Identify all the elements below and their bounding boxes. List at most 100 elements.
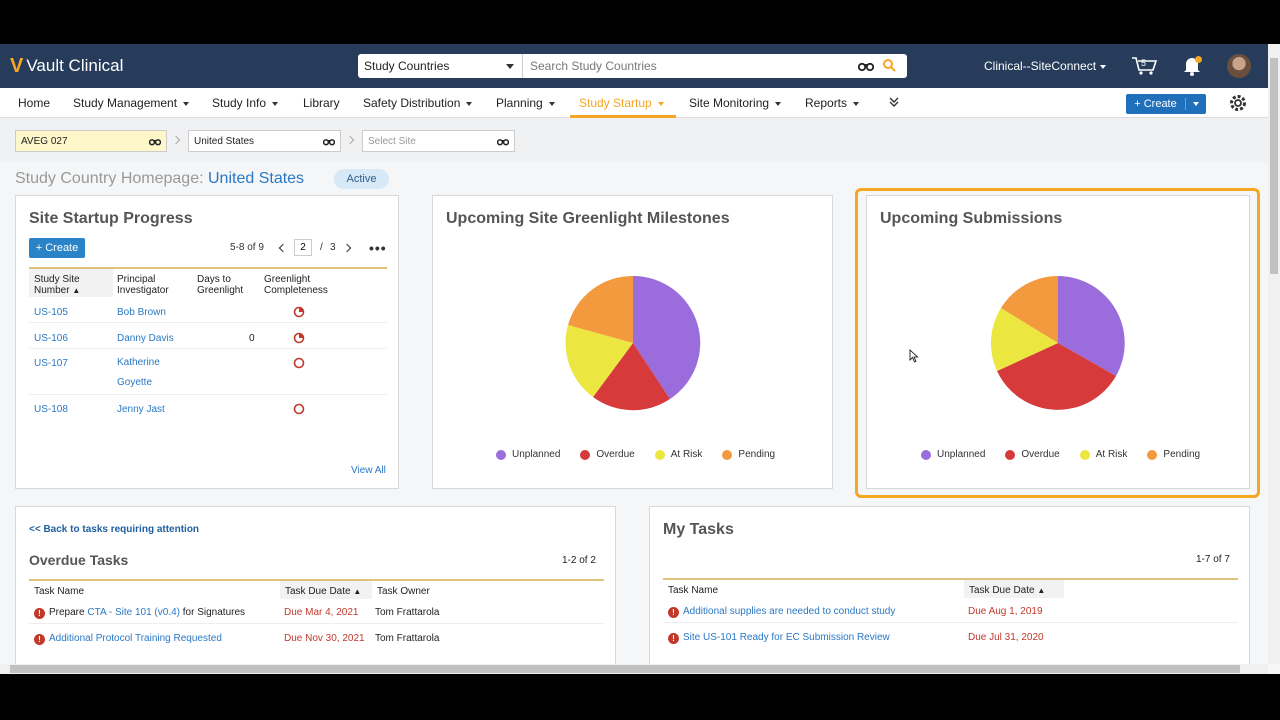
chevron-right-icon[interactable] [342, 243, 352, 253]
pi-link[interactable]: Jenny Jast [117, 404, 165, 415]
alert-icon: ! [668, 633, 679, 644]
nav-study-management[interactable]: Study Management [73, 96, 190, 110]
progress-partial-icon [293, 306, 305, 318]
binoculars-icon[interactable] [858, 60, 874, 72]
search-scope-select[interactable]: Study Countries [358, 54, 523, 78]
legend-label: Overdue [596, 449, 635, 460]
chevron-down-icon [272, 101, 279, 106]
legend-pending[interactable]: Pending [722, 449, 775, 460]
double-chevron-down-icon[interactable] [888, 96, 900, 108]
site-number-link[interactable]: US-106 [34, 333, 68, 344]
nav-label: Study Startup [579, 96, 652, 110]
status-badge: Active [334, 169, 389, 189]
gear-icon[interactable] [1228, 93, 1248, 113]
horizontal-scrollbar[interactable] [0, 664, 1268, 674]
nav-label: Planning [496, 96, 543, 110]
nav-study-info[interactable]: Study Info [212, 96, 279, 110]
column-header-owner[interactable]: Task Owner [377, 586, 430, 597]
chevron-down-icon [1100, 64, 1107, 69]
country-filter-value: United States [194, 135, 255, 147]
site-number-link[interactable]: US-107 [34, 358, 68, 369]
site-filter[interactable]: Select Site [362, 130, 515, 152]
legend-dot [496, 449, 506, 460]
site-number-link[interactable]: US-105 [34, 307, 68, 318]
column-header-task-name[interactable]: Task Name [668, 585, 718, 596]
notification-dot [1195, 56, 1202, 63]
column-header-due-date[interactable]: Task Due Date ▲ [969, 585, 1045, 596]
pager-range: 5-8 of 9 [230, 242, 264, 253]
create-site-button[interactable]: + Create [29, 238, 85, 258]
nav-reports[interactable]: Reports [805, 96, 860, 110]
site-startup-panel: Site Startup Progress + Create 5-8 of 9 … [15, 195, 399, 489]
mouse-cursor-icon [909, 349, 919, 363]
table-header-rule [663, 578, 1238, 580]
search-scope-label: Study Countries [364, 59, 450, 73]
task-link[interactable]: Additional supplies are needed to conduc… [683, 606, 895, 617]
pi-link[interactable]: Katherine Goyette [117, 353, 177, 393]
chevron-right-icon [345, 135, 355, 145]
column-header-completeness[interactable]: Greenlight Completeness [264, 274, 340, 296]
column-header-days[interactable]: Days to Greenlight [197, 274, 257, 296]
create-button[interactable]: + Create [1126, 94, 1206, 114]
task-link[interactable]: CTA - Site 101 (v0.4) [87, 607, 180, 618]
more-actions-icon[interactable]: ••• [369, 240, 387, 256]
binoculars-icon[interactable] [497, 137, 509, 146]
table-row: ! Additional supplies are needed to condu… [668, 606, 895, 618]
legend-overdue[interactable]: Overdue [580, 449, 635, 460]
cart-count: 5 [1141, 58, 1147, 68]
create-dropdown-toggle[interactable] [1186, 102, 1206, 106]
binoculars-icon[interactable] [149, 137, 161, 146]
site-number-link[interactable]: US-108 [34, 404, 68, 415]
avatar[interactable] [1227, 54, 1251, 78]
sort-asc-icon: ▲ [72, 286, 81, 295]
task-link[interactable]: Site US-101 Ready for EC Submission Revi… [683, 632, 890, 643]
vault-selector[interactable]: Clinical--SiteConnect [984, 59, 1107, 73]
column-header-pi[interactable]: Principal Investigator [117, 274, 193, 296]
nav-label: Site Monitoring [689, 96, 770, 110]
legend-at-risk[interactable]: At Risk [654, 449, 702, 460]
nav-site-monitoring[interactable]: Site Monitoring [689, 96, 782, 110]
back-to-tasks-link[interactable]: << Back to tasks requiring attention [29, 524, 199, 535]
vertical-scrollbar[interactable] [1268, 44, 1280, 664]
row-divider [29, 623, 604, 624]
legend-dot [654, 449, 665, 460]
nav-planning[interactable]: Planning [496, 96, 555, 110]
overdue-tasks-panel: << Back to tasks requiring attention Ove… [15, 506, 616, 674]
row-divider [29, 322, 387, 323]
nav-label: Library [303, 96, 340, 110]
column-header-task-name[interactable]: Task Name [34, 586, 84, 597]
study-filter[interactable]: AVEG 027 [15, 130, 167, 152]
legend-dot [580, 449, 591, 460]
legend-unplanned[interactable]: Unplanned [496, 449, 560, 460]
binoculars-icon[interactable] [323, 137, 335, 146]
scrollbar-thumb[interactable] [10, 665, 1240, 673]
page-number-input[interactable]: 2 [294, 239, 312, 256]
nav-label: Safety Distribution [363, 96, 461, 110]
nav-library[interactable]: Library [303, 96, 340, 110]
focus-highlight [855, 188, 1260, 498]
pi-link[interactable]: Bob Brown [117, 307, 166, 318]
days-to-greenlight: 0 [249, 333, 255, 344]
nav-home[interactable]: Home [18, 96, 50, 110]
view-all-link[interactable]: View All [351, 465, 386, 476]
legend-label: Pending [738, 449, 776, 460]
chevron-left-icon[interactable] [278, 243, 288, 253]
greenlight-milestones-panel: Upcoming Site Greenlight Milestones Unpl… [432, 195, 833, 489]
nav-label: Study Info [212, 96, 267, 110]
task-count: 1-2 of 2 [562, 555, 596, 566]
task-link[interactable]: Additional Protocol Training Requested [49, 633, 222, 644]
nav-study-startup[interactable]: Study Startup [579, 96, 664, 110]
scrollbar-thumb[interactable] [1270, 58, 1278, 274]
pi-link[interactable]: Danny Davis [117, 333, 174, 344]
country-filter[interactable]: United States [188, 130, 341, 152]
search-input[interactable] [523, 54, 907, 78]
vault-logo[interactable]: V Vault Clinical [10, 55, 123, 77]
search-icon[interactable] [882, 58, 896, 72]
study-filter-value: AVEG 027 [21, 135, 68, 147]
column-header-site[interactable]: Study Site Number ▲ [34, 274, 94, 296]
task-prefix: Prepare [49, 607, 88, 618]
panel-title: Overdue Tasks [29, 552, 129, 568]
nav-safety-distribution[interactable]: Safety Distribution [363, 96, 473, 110]
row-divider [29, 348, 387, 349]
column-header-due-date[interactable]: Task Due Date ▲ [285, 586, 361, 597]
